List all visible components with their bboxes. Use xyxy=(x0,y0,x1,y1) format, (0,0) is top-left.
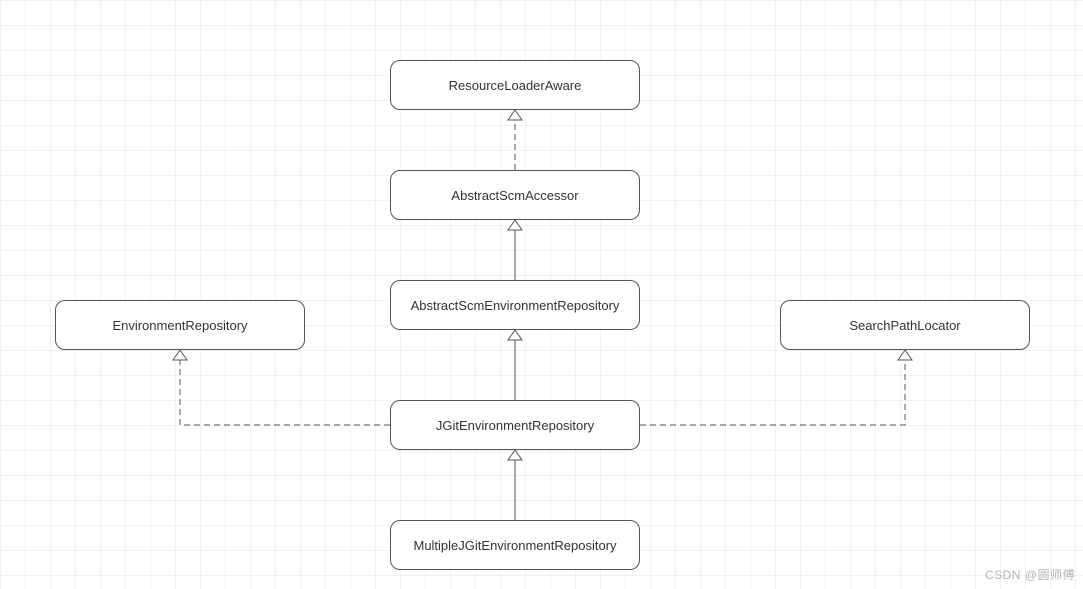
class-box-search-path-locator: SearchPathLocator xyxy=(780,300,1030,350)
class-label: SearchPathLocator xyxy=(849,318,960,333)
class-box-jgit-environment-repository: JGitEnvironmentRepository xyxy=(390,400,640,450)
class-box-abstract-scm-accessor: AbstractScmAccessor xyxy=(390,170,640,220)
class-label: AbstractScmAccessor xyxy=(451,188,578,203)
class-label: ResourceLoaderAware xyxy=(449,78,582,93)
class-box-multiple-jgit-environment-repository: MultipleJGitEnvironmentRepository xyxy=(390,520,640,570)
class-label: JGitEnvironmentRepository xyxy=(436,418,594,433)
class-label: MultipleJGitEnvironmentRepository xyxy=(413,538,616,553)
class-box-resource-loader-aware: ResourceLoaderAware xyxy=(390,60,640,110)
class-label: AbstractScmEnvironmentRepository xyxy=(411,298,620,313)
class-label: EnvironmentRepository xyxy=(112,318,247,333)
class-box-abstract-scm-environment-repository: AbstractScmEnvironmentRepository xyxy=(390,280,640,330)
class-box-environment-repository: EnvironmentRepository xyxy=(55,300,305,350)
watermark-text: CSDN @圆师傅 xyxy=(985,566,1075,583)
